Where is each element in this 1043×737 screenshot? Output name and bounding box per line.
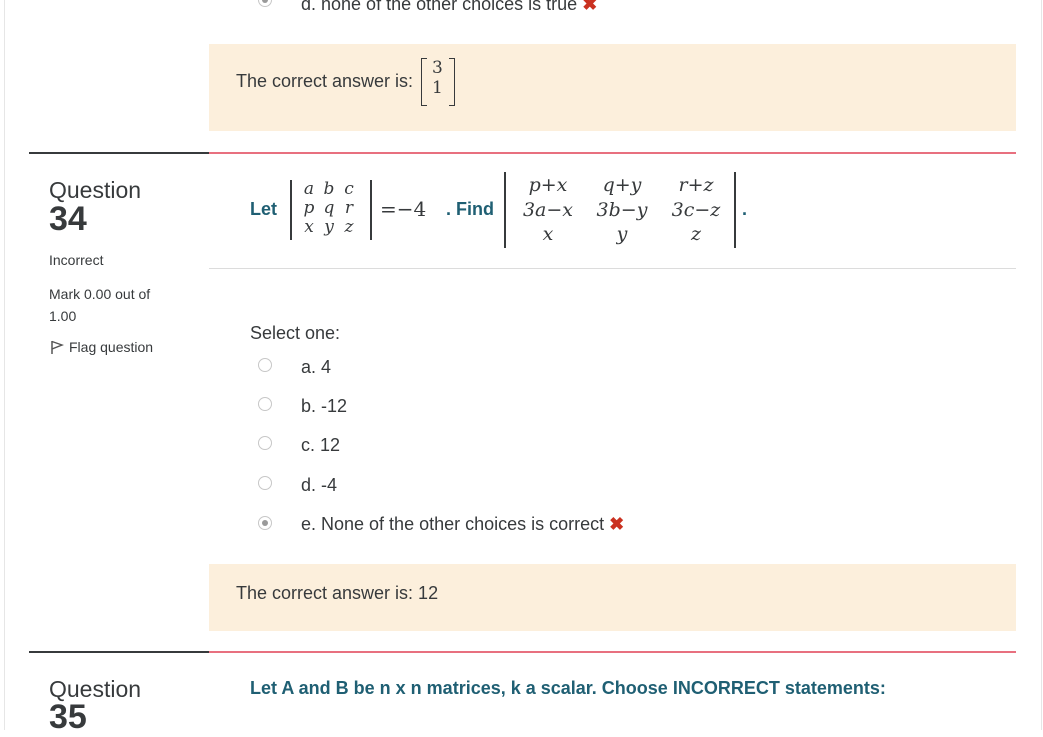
bracket-right — [449, 58, 455, 106]
answer-matrix: 3 1 — [421, 58, 455, 106]
det1-cell: y — [324, 217, 334, 237]
matrix-entry-2: 1 — [432, 78, 443, 98]
det2-cell: p+x — [528, 174, 568, 196]
question-number: 34 — [49, 200, 87, 238]
question-divider — [209, 268, 1016, 269]
option-label-d-prev: d. none of the other choices is true ✖ — [301, 0, 597, 15]
det1-row: xyz — [299, 218, 359, 237]
det2-row: 3a−x 3b−y 3c−z — [511, 198, 733, 222]
det1-row: abc — [299, 180, 359, 199]
det1-cell: c — [344, 179, 354, 199]
det2-cell: r+z — [678, 174, 714, 196]
det1-cell: a — [303, 179, 315, 199]
content-rule — [209, 651, 1016, 653]
determinant-2: p+x q+y r+z 3a−x 3b−y 3c−z x y z — [501, 172, 739, 248]
radio-option-d[interactable] — [258, 476, 272, 490]
det2-cell: 3b−y — [596, 199, 648, 221]
correct-answer-text: The correct answer is: 12 — [236, 583, 439, 603]
incorrect-icon: ✖ — [609, 514, 625, 534]
question-grade: Mark 0.00 out of 1.00 — [49, 286, 151, 324]
det1-cell: r — [344, 198, 354, 218]
det2-cell: q+y — [602, 174, 642, 196]
det-bar-right — [734, 172, 736, 248]
det1-cell: z — [344, 217, 354, 237]
qtext-let: Let — [250, 199, 277, 219]
question-text: Let A and B be n x n matrices, k a scala… — [250, 678, 886, 698]
content-rule — [209, 152, 1016, 154]
det1-cell: b — [323, 179, 335, 199]
det1-row: pqr — [299, 199, 359, 218]
select-one-prompt: Select one: — [250, 323, 341, 343]
qtext-find: . Find — [446, 199, 494, 219]
matrix-entry-1: 3 — [432, 58, 443, 78]
determinant-1: abc pqr xyz — [287, 180, 375, 240]
option-label-b[interactable]: b. -12 — [301, 396, 347, 417]
radio-option-c[interactable] — [258, 436, 272, 450]
option-text: e. None of the other choices is correct — [301, 514, 605, 534]
flag-icon — [51, 340, 64, 354]
prev-feedback-label: The correct answer is: — [236, 71, 414, 91]
question-state: Incorrect — [49, 252, 104, 268]
det-bar-left — [290, 180, 292, 240]
flag-label: Flag question — [69, 339, 154, 355]
det2-cell: 3a−x — [522, 199, 574, 221]
det2-row: p+x q+y r+z — [511, 173, 733, 197]
bracket-left — [421, 58, 427, 106]
det1-cell: p — [303, 198, 315, 218]
info-rule — [29, 152, 209, 154]
det-equals: =−4 — [380, 197, 427, 221]
qtext-period: . — [742, 199, 748, 219]
det2-cell: y — [616, 223, 628, 245]
det2-cell: 3c−z — [671, 199, 721, 221]
incorrect-icon: ✖ — [582, 0, 598, 14]
det-bar-right — [370, 180, 372, 240]
question-number: 35 — [49, 698, 87, 736]
flag-question-link[interactable]: Flag question — [49, 339, 153, 355]
det-bar-left — [504, 172, 506, 248]
det1-cell: x — [304, 217, 314, 237]
radio-option-e[interactable] — [258, 516, 272, 530]
radio-option-a[interactable] — [258, 358, 272, 372]
det2-cell: z — [690, 223, 701, 245]
option-text: d. none of the other choices is true — [301, 0, 578, 14]
info-rule — [29, 651, 209, 653]
det2-cell: x — [542, 223, 554, 245]
option-label-d[interactable]: d. -4 — [301, 475, 337, 496]
radio-option-b[interactable] — [258, 397, 272, 411]
option-label-a[interactable]: a. 4 — [301, 357, 331, 378]
det2-row: x y z — [511, 222, 733, 246]
option-label-c[interactable]: c. 12 — [301, 435, 340, 456]
option-label-e[interactable]: e. None of the other choices is correct … — [301, 514, 624, 535]
det1-cell: q — [323, 198, 335, 218]
